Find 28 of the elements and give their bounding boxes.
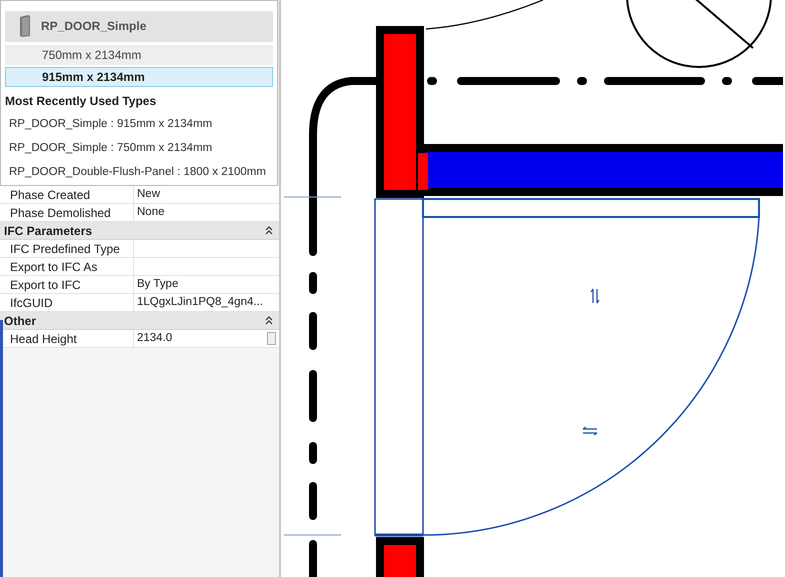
family-name: RP_DOOR_Simple (41, 18, 146, 36)
property-value: 1LQgxLJin1PQ8_4gn4... (137, 294, 263, 310)
collapse-icon[interactable] (265, 226, 273, 235)
property-label: IFC Predefined Type (10, 240, 120, 258)
property-value: By Type (137, 276, 178, 292)
recent-type-item[interactable]: RP_DOOR_Simple : 750mm x 2134mm (1, 137, 277, 161)
door-icon (19, 15, 31, 38)
property-value: New (137, 186, 160, 202)
property-value: 2134.0 (137, 330, 172, 346)
recent-type-item[interactable]: RP_DOOR_Double-Flush-Panel : 1800 x 2100mm (1, 161, 277, 185)
property-label: Phase Created (10, 186, 90, 204)
property-label: Phase Demolished (10, 204, 111, 222)
recent-type-item[interactable]: RP_DOOR_Simple : 915mm x 2134mm (1, 113, 277, 137)
group-header[interactable]: Other (0, 312, 279, 330)
flip-vertical-icon[interactable] (590, 288, 600, 304)
group-header[interactable]: IFC Parameters (0, 222, 279, 240)
property-label: IfcGUID (10, 294, 53, 312)
collapse-icon[interactable] (265, 316, 273, 325)
property-label: Export to IFC (10, 276, 81, 294)
type-option[interactable]: 750mm x 2134mm (5, 45, 273, 65)
group-title: IFC Parameters (4, 222, 92, 240)
property-label: Export to IFC As (10, 258, 98, 276)
section-title: Most Recently Used Types (4, 93, 158, 109)
property-label: Head Height (10, 330, 77, 348)
flip-horizontal-icon[interactable] (582, 426, 598, 436)
property-value: None (137, 204, 164, 220)
type-option[interactable]: 915mm x 2134mm (5, 67, 273, 87)
group-title: Other (4, 312, 36, 330)
